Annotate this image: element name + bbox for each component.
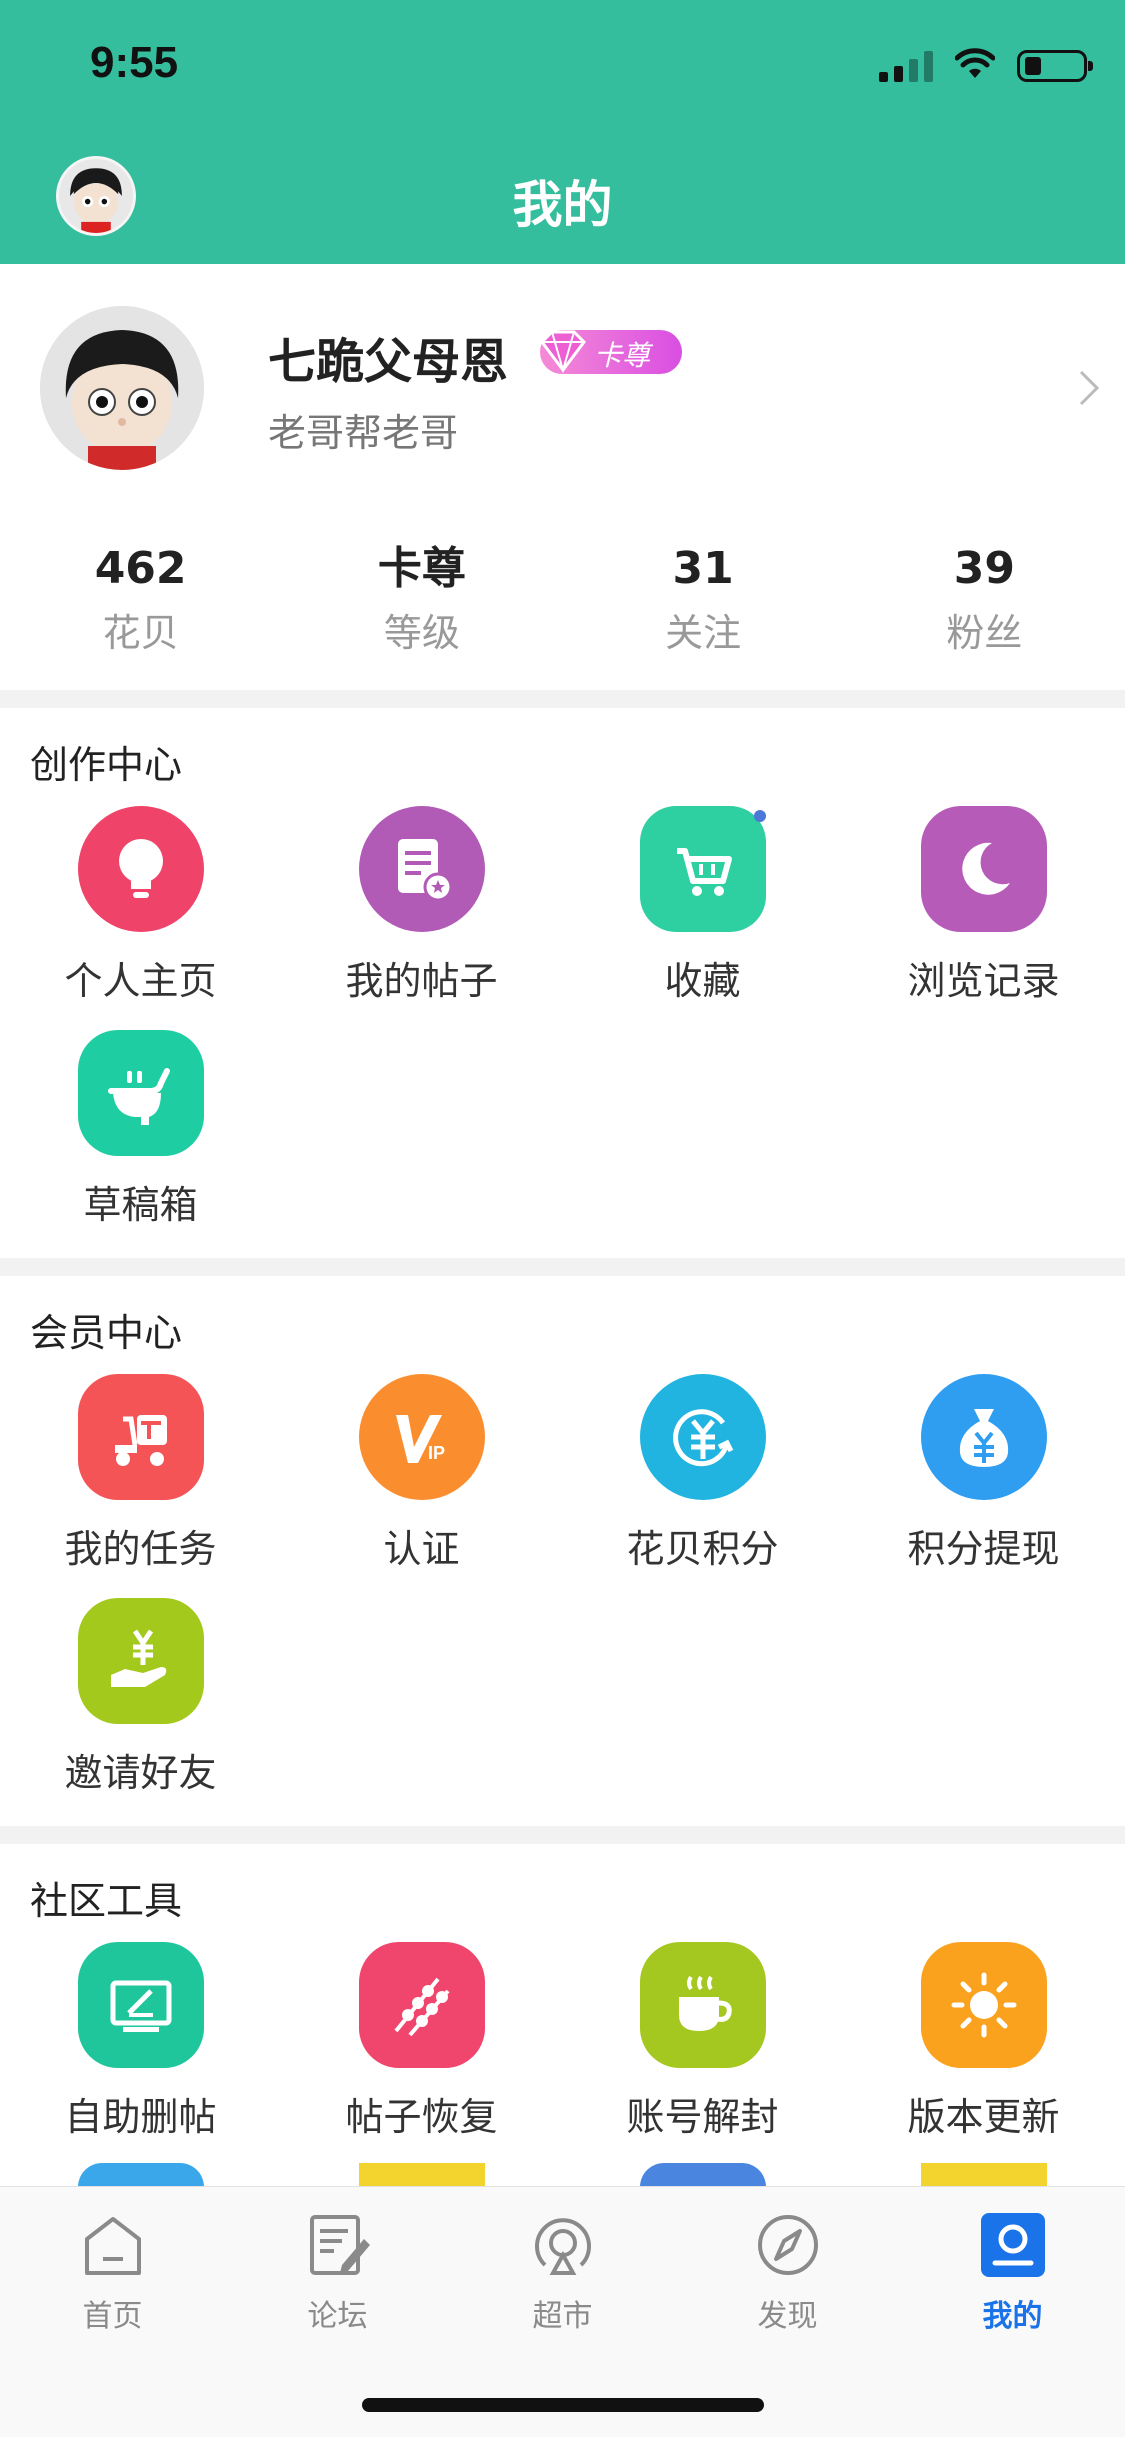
invite-friends-item[interactable]: 邀请好友 (0, 1598, 281, 1797)
grid-label: 邀请好友 (64, 1751, 217, 1795)
grid-label: 个人主页 (64, 959, 217, 1003)
diamond-icon (540, 330, 586, 374)
section-title: 创作中心 (30, 743, 183, 787)
verification-item[interactable]: IP 认证 (281, 1374, 562, 1573)
wifi-icon (955, 48, 995, 78)
tab-label: 发现 (757, 2299, 818, 2334)
cartoon-avatar-icon (40, 306, 204, 470)
scooter-icon (77, 1374, 204, 1500)
stat-label: 粉丝 (946, 611, 1023, 655)
home-icon (84, 2217, 141, 2275)
profile-card[interactable]: 七跪父母恩 卡尊 老哥帮老哥 462 花贝 卡尊 等级 31 关注 39 粉丝 (0, 264, 1125, 690)
personal-homepage-item[interactable]: 个人主页 (0, 806, 281, 1005)
section-title: 会员中心 (30, 1311, 183, 1355)
favorites-item[interactable]: 收藏 (562, 806, 843, 1005)
points-withdraw-item[interactable]: 积分提现 (843, 1374, 1124, 1573)
sun-icon (920, 1942, 1047, 2068)
tab-label: 首页 (82, 2299, 143, 2334)
svg-text:IP: IP (428, 1443, 445, 1463)
tab-discover[interactable]: 发现 (675, 2209, 900, 2335)
grid-label: 自助删帖 (64, 2095, 217, 2139)
shopping-cart-icon (639, 806, 766, 932)
coffee-cup-icon (639, 1942, 766, 2068)
vip-badge-label: 卡尊 (594, 339, 651, 372)
battery-icon (1017, 50, 1093, 82)
market-icon (534, 2218, 591, 2275)
tab-label: 超市 (532, 2299, 593, 2334)
grid-label: 我的任务 (64, 1527, 217, 1571)
forum-icon (309, 2215, 370, 2275)
home-indicator (362, 2398, 764, 2412)
stat-label: 花贝 (102, 611, 179, 655)
stat-value: 卡尊 (377, 543, 466, 594)
stat-value: 462 (94, 543, 187, 594)
skewers-icon (358, 1942, 485, 2068)
grid-label: 浏览记录 (907, 959, 1060, 1003)
tab-label: 论坛 (307, 2299, 368, 2334)
lightbulb-icon (77, 806, 204, 932)
browsing-history-item[interactable]: 浏览记录 (843, 806, 1124, 1005)
grid-label: 认证 (383, 1527, 460, 1571)
stat-followers[interactable]: 39 粉丝 (844, 540, 1125, 660)
draft-icon (77, 1030, 204, 1156)
stat-value: 31 (672, 543, 734, 594)
header-bar: 9:55 我的 (0, 0, 1125, 264)
page-title: 我的 (512, 176, 613, 234)
grid-label: 帖子恢复 (345, 2095, 498, 2139)
grid-label: 花贝积分 (626, 1527, 779, 1571)
grid-label: 账号解封 (626, 2095, 779, 2139)
chevron-right-icon[interactable] (1077, 368, 1101, 408)
my-tasks-item[interactable]: 我的任务 (0, 1374, 281, 1573)
next-row-icon (921, 2163, 1047, 2187)
my-posts-item[interactable]: 我的帖子 (281, 806, 562, 1005)
creation-center-section: 创作中心 个人主页 我的帖子 收藏 浏览记录 草稿箱 (0, 708, 1125, 1258)
self-delete-post-item[interactable]: 自助删帖 (0, 1942, 281, 2141)
grid-label: 收藏 (664, 959, 741, 1003)
status-time: 9:55 (90, 38, 179, 87)
profile-avatar[interactable] (40, 306, 204, 470)
section-title: 社区工具 (30, 1879, 183, 1923)
money-bag-icon (920, 1374, 1047, 1500)
cellular-signal-icon (879, 48, 933, 82)
member-center-section: 会员中心 我的任务 IP 认证 花贝积分 积分提现 邀请好友 (0, 1276, 1125, 1826)
stat-following[interactable]: 31 关注 (563, 540, 844, 660)
vip-icon: IP (358, 1374, 485, 1500)
stat-value: 39 (953, 543, 1015, 594)
drafts-item[interactable]: 草稿箱 (0, 1030, 281, 1229)
version-update-item[interactable]: 版本更新 (843, 1942, 1124, 2141)
post-restore-item[interactable]: 帖子恢复 (281, 1942, 562, 2141)
tab-home[interactable]: 首页 (0, 2209, 225, 2335)
next-row-icon (640, 2163, 766, 2187)
moon-icon (920, 806, 1047, 932)
stat-huabei[interactable]: 462 花贝 (0, 540, 281, 660)
stat-label: 等级 (383, 611, 460, 655)
tab-label: 我的 (982, 2299, 1043, 2334)
next-row-icon (359, 2163, 485, 2187)
grid-label: 积分提现 (907, 1527, 1060, 1571)
compass-icon (757, 2215, 818, 2275)
status-indicators (879, 48, 1093, 82)
tab-forum[interactable]: 论坛 (225, 2209, 450, 2335)
vip-badge: 卡尊 (540, 330, 682, 374)
document-icon (358, 806, 485, 932)
yen-hand-icon (77, 1598, 204, 1724)
stat-level[interactable]: 卡尊 等级 (281, 540, 562, 660)
monitor-edit-icon (77, 1942, 204, 2068)
account-unban-item[interactable]: 账号解封 (562, 1942, 843, 2141)
signature: 老哥帮老哥 (268, 411, 459, 455)
stat-label: 关注 (665, 611, 742, 655)
nickname: 七跪父母恩 (268, 334, 509, 390)
grid-label: 草稿箱 (83, 1183, 198, 1227)
tab-market[interactable]: 超市 (450, 2209, 675, 2335)
yen-circle-icon (639, 1374, 766, 1500)
profile-stats: 462 花贝 卡尊 等级 31 关注 39 粉丝 (0, 540, 1125, 660)
grid-label: 我的帖子 (345, 959, 498, 1003)
tab-mine[interactable]: 我的 (900, 2209, 1125, 2335)
profile-icon (980, 2213, 1045, 2277)
huabei-points-item[interactable]: 花贝积分 (562, 1374, 843, 1573)
grid-label: 版本更新 (907, 2095, 1060, 2139)
next-row-icon (78, 2163, 204, 2187)
